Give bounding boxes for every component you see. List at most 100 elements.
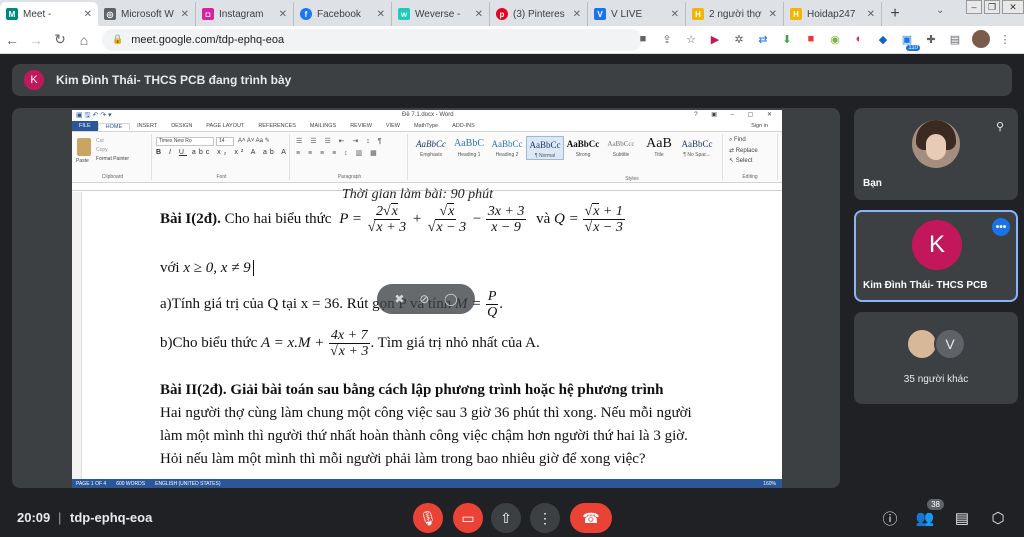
red-extension-icon[interactable]: ■	[802, 30, 820, 48]
font-size-select[interactable]: 14	[216, 137, 234, 146]
self-tile[interactable]: ⚲ Bạn	[854, 108, 1018, 200]
word-tab-addins[interactable]: ADD-INS	[445, 123, 482, 129]
badge-extension-icon[interactable]: ▣ 110	[898, 30, 920, 51]
word-tab-page-layout[interactable]: PAGE LAYOUT	[199, 123, 251, 129]
tab-microsoft[interactable]: ◎ Microsoft W ✕	[98, 2, 196, 26]
align-icons[interactable]: ≡ ≡ ≡ ≡ ↕ ▥ ▦	[296, 149, 380, 157]
select-button[interactable]: ↖ Select	[729, 157, 752, 164]
forward-button[interactable]: →	[24, 28, 48, 52]
tab-pinterest[interactable]: p (3) Pinteres ✕	[490, 2, 588, 26]
close-icon[interactable]: ✕	[573, 9, 581, 20]
style-heading1[interactable]: AaBbC Heading 1	[450, 136, 488, 160]
font-format-icons[interactable]: B I U abc x₂ x² A ab A	[156, 149, 289, 156]
home-button[interactable]: ⌂	[72, 28, 96, 52]
play-extension-icon[interactable]: ▶	[706, 30, 724, 48]
word-window-controls: ? ▣ – ▢ ✕	[694, 112, 778, 118]
style-normal[interactable]: AaBbCc ¶ Normal	[526, 136, 564, 160]
profile-avatar[interactable]	[972, 30, 990, 48]
kebab-menu-icon[interactable]: ⋮	[996, 30, 1014, 48]
style-strong[interactable]: AaBbCc Strong	[564, 136, 602, 160]
word-tab-file[interactable]: FILE	[72, 121, 98, 131]
presenter-tile[interactable]: K ••• Kim Đình Thái- THCS PCB	[854, 210, 1018, 302]
bookmark-star-icon[interactable]: ☆	[682, 30, 700, 48]
tab-meet[interactable]: M Meet - ✕	[0, 2, 98, 26]
blue-extension-icon[interactable]: ◆	[874, 30, 892, 48]
word-tab-mathtype[interactable]: MathType	[407, 123, 445, 129]
word-tab-design[interactable]: DESIGN	[164, 123, 199, 129]
mic-off-button[interactable]: 🎙	[413, 503, 443, 533]
others-tile[interactable]: V 35 người khác	[854, 312, 1018, 404]
find-label: Find	[734, 137, 746, 143]
pin-icon[interactable]: ✖	[394, 292, 404, 306]
close-icon[interactable]: ✕	[84, 9, 92, 20]
more-options-icon[interactable]: •••	[992, 218, 1010, 236]
style-title[interactable]: AaB Title	[640, 136, 678, 160]
word-tab-insert[interactable]: INSERT	[130, 123, 164, 129]
reading-list-icon[interactable]: ▤	[946, 30, 964, 48]
style-no-spacing[interactable]: AaBbCc ¶ No Spac...	[678, 136, 716, 160]
download-extension-icon[interactable]: ⬇	[778, 30, 796, 48]
present-button[interactable]: ⇧	[491, 503, 521, 533]
settings-extension-icon[interactable]: ✲	[730, 30, 748, 48]
puzzle-icon[interactable]: ✚	[922, 30, 940, 48]
cut-button[interactable]: Cut	[96, 138, 104, 144]
chat-button[interactable]: ▤	[951, 507, 973, 529]
camera-icon[interactable]: ■	[634, 30, 652, 48]
tab-hoidap247[interactable]: H Hoidap247 ✕	[784, 2, 882, 26]
close-icon[interactable]: ✕	[867, 9, 875, 20]
word-tab-mailings[interactable]: MAILINGS	[303, 123, 343, 129]
close-icon[interactable]: ✕	[377, 9, 385, 20]
green-extension-icon[interactable]: ◉	[826, 30, 844, 48]
leave-call-button[interactable]: ☎	[570, 503, 612, 533]
paste-icon[interactable]	[77, 138, 91, 156]
translate-extension-icon[interactable]: ⇄	[754, 30, 772, 48]
paste-label[interactable]: Paste	[76, 158, 89, 164]
more-options-button[interactable]: ⋮	[530, 503, 560, 533]
word-tab-references[interactable]: REFERENCES	[251, 123, 303, 129]
people-button[interactable]: 👥 38	[914, 499, 944, 529]
minimize-button[interactable]: –	[966, 0, 982, 14]
word-sign-in[interactable]: Sign in	[751, 123, 782, 129]
new-tab-button[interactable]: +	[882, 2, 908, 26]
style-heading2[interactable]: AaBbCc Heading 2	[488, 136, 526, 160]
font-size-tools-icon[interactable]: A˄ A˅ Aa ✎	[238, 137, 270, 144]
info-button[interactable]: ⓘ	[879, 507, 901, 529]
word-tab-review[interactable]: REVIEW	[343, 123, 379, 129]
camera-off-button[interactable]: ▭	[453, 503, 483, 533]
format-painter-button[interactable]: Format Painter	[96, 156, 129, 162]
style-subtitle[interactable]: AaBbCcc Subtitle	[602, 136, 640, 160]
share-icon[interactable]: ⇪	[658, 30, 676, 48]
language[interactable]: ENGLISH (UNITED STATES)	[155, 481, 220, 487]
list-icons[interactable]: ☰ ☰ ☰ ⇤ ⇥ ↕ ¶	[296, 137, 385, 145]
close-icon[interactable]: ✕	[181, 9, 189, 20]
tab-vlive[interactable]: V V LIVE ✕	[588, 2, 686, 26]
address-bar[interactable]: 🔒 meet.google.com/tdp-ephq-eoa	[102, 28, 642, 51]
back-button[interactable]: ←	[0, 28, 24, 52]
tab-hoidap-question[interactable]: H 2 người thợ ✕	[686, 2, 784, 26]
word-count[interactable]: 600 WORDS	[116, 481, 145, 487]
maximize-button[interactable]: ❐	[984, 0, 1000, 14]
copy-button[interactable]: Copy	[96, 147, 108, 153]
tab-weverse[interactable]: w Weverse - ✕	[392, 2, 490, 26]
tab-facebook[interactable]: f Facebook ✕	[294, 2, 392, 26]
word-tab-home[interactable]: HOME	[97, 122, 131, 130]
tab-instagram[interactable]: ◘ Instagram ✕	[196, 2, 294, 26]
chevron-down-icon[interactable]: ⌄	[936, 5, 950, 19]
close-icon[interactable]: ✕	[279, 9, 287, 20]
close-icon[interactable]: ✕	[769, 9, 777, 20]
word-tab-view[interactable]: VIEW	[379, 123, 407, 129]
style-emphasis[interactable]: AaBbCc Emphasis	[412, 136, 450, 160]
close-icon[interactable]: ✕	[475, 9, 483, 20]
find-button[interactable]: ⌕ Find	[729, 137, 746, 144]
color-extension-icon[interactable]: ◐	[850, 30, 868, 48]
activities-button[interactable]: ⬡	[987, 507, 1009, 529]
zoom-level[interactable]: 160%	[763, 481, 776, 487]
close-icon[interactable]: ✕	[671, 9, 679, 20]
mute-presentation-icon[interactable]: ⊘	[419, 292, 429, 306]
more-icon[interactable]: ◯	[444, 292, 457, 306]
font-name-select[interactable]: Times New Ro	[156, 137, 214, 146]
page-count[interactable]: PAGE 1 OF 4	[76, 481, 106, 487]
reload-button[interactable]: ↻	[48, 28, 72, 52]
replace-button[interactable]: ⇄ Replace	[729, 147, 758, 154]
window-close-button[interactable]: ✕	[1002, 0, 1024, 14]
